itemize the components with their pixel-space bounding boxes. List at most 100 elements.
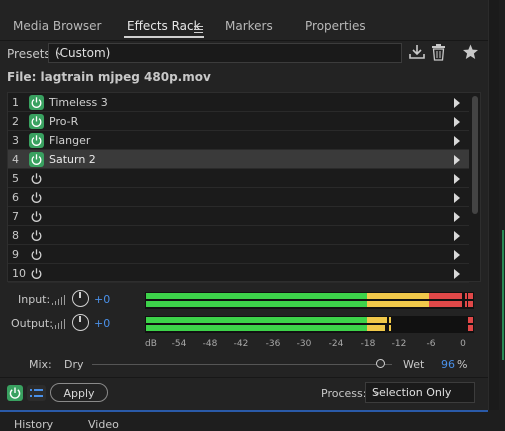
meter-scale-tick: -18 [360, 339, 376, 349]
input-label: Input: [18, 293, 51, 306]
power-icon[interactable] [29, 95, 44, 110]
power-icon[interactable] [29, 171, 44, 186]
effect-slot[interactable]: 8 [8, 226, 469, 245]
panel-menu-icon[interactable] [194, 26, 203, 35]
effect-name: Saturn 2 [49, 153, 96, 166]
show-effects-list-icon[interactable] [27, 385, 46, 401]
effect-slot-number: 6 [12, 191, 19, 204]
meter-db-scale: dB -54 -48 -42 -36 -30 -24 -18 -12 -6 0 [145, 339, 474, 351]
mix-wet-label: Wet [403, 358, 425, 371]
effect-slot[interactable]: 2 Pro-R [8, 112, 469, 131]
effect-slot-number: 8 [12, 229, 19, 242]
output-gain-value[interactable]: +0 [94, 317, 110, 330]
effect-slot-number: 9 [12, 248, 19, 261]
mix-value[interactable]: 96 [441, 358, 455, 371]
tab-media-browser[interactable]: Media Browser [13, 19, 101, 33]
input-bars-icon [52, 294, 68, 305]
effect-slot-number: 2 [12, 115, 19, 128]
effect-name: Timeless 3 [49, 96, 108, 109]
chevron-right-icon[interactable] [454, 117, 460, 127]
process-dropdown[interactable]: Selection Only ⌄ [365, 382, 475, 403]
effect-name: Flanger [49, 134, 91, 147]
mix-unit: % [457, 358, 468, 371]
mix-slider-thumb[interactable] [376, 359, 385, 368]
panel-scroll-edge [488, 0, 499, 410]
tab-properties[interactable]: Properties [305, 19, 366, 33]
power-icon[interactable] [29, 209, 44, 224]
chevron-right-icon[interactable] [454, 155, 460, 165]
tab-history[interactable]: History [14, 418, 53, 431]
input-gain-value[interactable]: +0 [94, 293, 110, 306]
panel-tab-bar: Media Browser Effects Rack Markers Prope… [0, 8, 488, 41]
tab-video[interactable]: Video [88, 418, 119, 431]
effect-slot-number: 10 [12, 267, 26, 280]
effect-slots-list: 1 Timeless 3 2 Pro-R 3 Flanger 4 Saturn 2 5 6 7 8 9 1… [7, 92, 481, 283]
effect-slot[interactable]: 10 [8, 264, 469, 283]
tab-effects-rack[interactable]: Effects Rack [127, 19, 201, 33]
meter-scale-tick: -24 [328, 339, 344, 349]
input-gain-knob[interactable] [72, 290, 89, 307]
effect-slot[interactable]: 1 Timeless 3 [8, 93, 469, 112]
output-level-meter [145, 316, 474, 333]
effect-slot[interactable]: 3 Flanger [8, 131, 469, 150]
rack-scrollbar-thumb[interactable] [472, 96, 478, 214]
master-power-icon[interactable] [7, 385, 23, 401]
meter-scale-tick: -30 [296, 339, 312, 349]
meter-scale-tick: -42 [233, 339, 249, 349]
rack-scrollbar[interactable] [470, 94, 480, 280]
effect-slot[interactable]: 5 [8, 169, 469, 188]
chevron-right-icon[interactable] [454, 231, 460, 241]
chevron-right-icon[interactable] [454, 250, 460, 260]
meter-scale-tick: -12 [391, 339, 407, 349]
power-icon[interactable] [29, 228, 44, 243]
meter-scale-tick: -48 [202, 339, 218, 349]
power-icon[interactable] [29, 247, 44, 262]
meter-scale-unit: dB [145, 339, 157, 349]
file-label: File: lagtrain mjpeg 480p.mov [7, 70, 211, 84]
meter-scale-tick: 0 [460, 339, 466, 349]
chevron-down-icon: ⌄ [55, 45, 65, 58]
effect-slot[interactable]: 6 [8, 188, 469, 207]
power-icon[interactable] [29, 266, 44, 281]
effects-rack-panel: Media Browser Effects Rack Markers Prope… [0, 0, 488, 410]
effect-slot-number: 3 [12, 134, 19, 147]
chevron-right-icon[interactable] [454, 212, 460, 222]
meter-scale-tick: -6 [426, 339, 436, 349]
output-label: Output: [11, 317, 53, 330]
chevron-down-icon: ⌄ [372, 385, 382, 398]
effect-slot-number: 7 [12, 210, 19, 223]
active-tab-indicator [124, 36, 204, 38]
mix-slider-track[interactable] [92, 364, 392, 365]
apply-button-label: Apply [63, 387, 95, 400]
output-gain-knob[interactable] [72, 314, 89, 331]
power-icon[interactable] [29, 133, 44, 148]
power-icon[interactable] [29, 114, 44, 129]
favorite-star-icon[interactable] [462, 44, 479, 64]
effect-slot[interactable]: 7 [8, 207, 469, 226]
apply-button[interactable]: Apply [50, 383, 108, 402]
mix-label: Mix: [29, 358, 52, 371]
effect-slot-number: 5 [12, 172, 19, 185]
adjacent-waveform-strip [488, 0, 505, 424]
meter-scale-tick: -54 [171, 339, 187, 349]
mix-dry-label: Dry [64, 358, 84, 371]
chevron-right-icon[interactable] [454, 269, 460, 279]
chevron-right-icon[interactable] [454, 98, 460, 108]
meter-scale-tick: -36 [265, 339, 281, 349]
presets-dropdown[interactable]: (Custom) ⌄ [48, 43, 402, 63]
effect-slot[interactable]: 9 [8, 245, 469, 264]
effect-slot-number: 4 [12, 153, 19, 166]
delete-preset-icon[interactable] [431, 44, 446, 65]
chevron-right-icon[interactable] [454, 136, 460, 146]
chevron-right-icon[interactable] [454, 174, 460, 184]
effect-slot[interactable]: 4 Saturn 2 [8, 150, 469, 169]
power-icon[interactable] [29, 152, 44, 167]
save-preset-icon[interactable] [408, 44, 426, 64]
tab-markers[interactable]: Markers [225, 19, 273, 33]
chevron-right-icon[interactable] [454, 193, 460, 203]
process-label: Process: [321, 387, 367, 400]
input-level-meter [145, 292, 474, 309]
power-icon[interactable] [29, 190, 44, 205]
effect-name: Pro-R [49, 115, 79, 128]
effect-slot-number: 1 [12, 96, 19, 109]
